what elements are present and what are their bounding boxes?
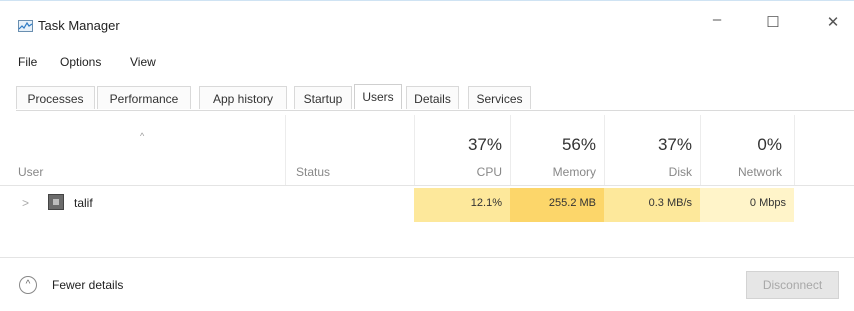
column-cpu[interactable]: CPU xyxy=(414,165,502,179)
column-network[interactable]: Network xyxy=(700,165,782,179)
task-manager-icon xyxy=(18,19,33,32)
sort-caret-icon: ^ xyxy=(140,131,145,141)
tab-services[interactable]: Services xyxy=(468,86,531,109)
table-row[interactable]: > talif 12.1% 255.2 MB 0.3 MB/s 0 Mbps xyxy=(0,188,854,222)
column-divider xyxy=(794,115,795,185)
cpu-total-percent: 37% xyxy=(467,135,502,154)
menu-options[interactable]: Options xyxy=(60,55,101,69)
tab-startup[interactable]: Startup xyxy=(294,86,352,109)
chevron-up-circle-icon[interactable]: ^ xyxy=(19,276,37,294)
tab-users[interactable]: Users xyxy=(354,84,402,109)
user-name: talif xyxy=(74,196,93,210)
tab-performance[interactable]: Performance xyxy=(97,86,191,109)
chevron-right-icon[interactable]: > xyxy=(22,196,29,210)
title-bar: Task Manager – ☐ ✕ xyxy=(0,1,854,33)
tab-strip: Processes Performance App history Startu… xyxy=(16,84,854,111)
menu-view[interactable]: View xyxy=(130,55,156,69)
column-divider xyxy=(285,115,286,185)
footer-bar: ^ Fewer details Disconnect xyxy=(0,257,854,311)
cpu-cell: 12.1% xyxy=(414,188,510,222)
memory-total-percent: 56% xyxy=(561,135,596,154)
column-header: ^ User Status 37% CPU 56% Memory 37% Dis… xyxy=(0,115,854,186)
disk-total-percent: 37% xyxy=(657,135,692,154)
close-button[interactable]: ✕ xyxy=(818,13,848,31)
window-title: Task Manager xyxy=(38,18,120,33)
disconnect-button[interactable]: Disconnect xyxy=(746,271,839,299)
menu-file[interactable]: File xyxy=(18,55,37,69)
column-disk[interactable]: Disk xyxy=(604,165,692,179)
disk-cell: 0.3 MB/s xyxy=(604,188,700,222)
minimize-button[interactable]: – xyxy=(702,11,732,28)
column-user[interactable]: User xyxy=(18,165,43,179)
status-cell xyxy=(296,188,406,222)
column-memory[interactable]: Memory xyxy=(510,165,596,179)
network-cell: 0 Mbps xyxy=(700,188,794,222)
user-icon xyxy=(48,194,64,210)
network-total-percent: 0% xyxy=(757,135,782,154)
task-manager-window: Task Manager – ☐ ✕ File Options View Pro… xyxy=(0,0,854,309)
tab-details[interactable]: Details xyxy=(406,86,459,109)
memory-cell: 255.2 MB xyxy=(510,188,604,222)
column-status[interactable]: Status xyxy=(296,165,330,179)
fewer-details-link[interactable]: Fewer details xyxy=(52,278,123,292)
tab-processes[interactable]: Processes xyxy=(16,86,95,109)
maximize-button[interactable]: ☐ xyxy=(758,13,788,31)
menu-bar: File Options View xyxy=(0,55,854,75)
tab-app-history[interactable]: App history xyxy=(199,86,287,109)
